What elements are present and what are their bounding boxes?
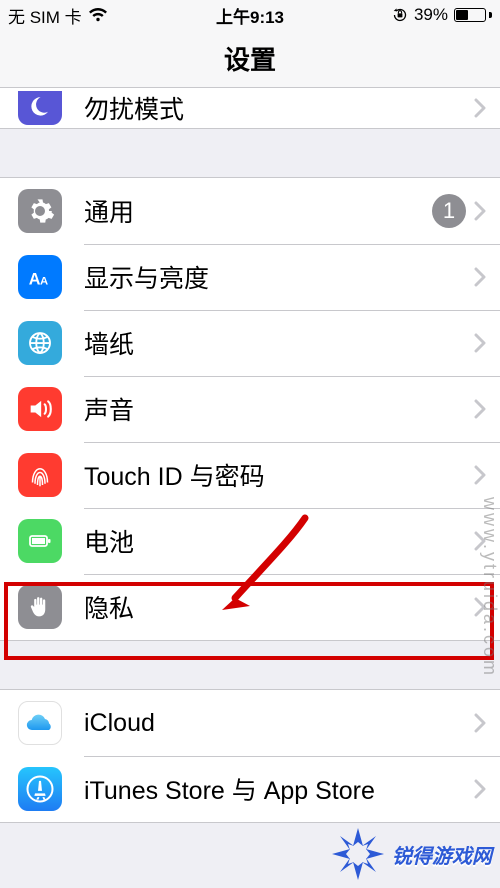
chevron-right-icon xyxy=(474,201,486,221)
status-time: 上午9:13 xyxy=(216,3,284,28)
status-right: 39% xyxy=(392,5,492,25)
speaker-icon xyxy=(18,387,62,431)
row-general[interactable]: 通用 1 xyxy=(0,178,500,244)
row-label: 电池 xyxy=(84,523,474,559)
brand-burst-icon xyxy=(330,826,386,882)
chevron-right-icon xyxy=(474,333,486,353)
row-touch-id-passcode[interactable]: Touch ID 与密码 xyxy=(0,442,500,508)
chevron-right-icon xyxy=(474,267,486,287)
page-title: 设置 xyxy=(0,30,500,88)
row-display-brightness[interactable]: AA 显示与亮度 xyxy=(0,244,500,310)
wifi-icon xyxy=(88,8,108,22)
svg-text:A: A xyxy=(29,271,41,289)
carrier-text: 无 SIM 卡 xyxy=(8,3,82,28)
moon-icon xyxy=(18,91,62,125)
gear-icon xyxy=(18,189,62,233)
battery-percentage: 39% xyxy=(414,5,448,25)
row-label: 通用 xyxy=(84,193,432,229)
row-do-not-disturb[interactable]: 勿扰模式 xyxy=(0,88,500,128)
appstore-icon xyxy=(18,767,62,811)
settings-group-cloud: iCloud iTunes Store 与 App Store xyxy=(0,689,500,823)
row-label: 显示与亮度 xyxy=(84,259,474,295)
battery-icon xyxy=(454,8,492,22)
chevron-right-icon xyxy=(474,399,486,419)
row-wallpaper[interactable]: 墙纸 xyxy=(0,310,500,376)
chevron-right-icon xyxy=(474,779,486,799)
battery-row-icon xyxy=(18,519,62,563)
chevron-right-icon xyxy=(474,98,486,118)
row-label: 隐私 xyxy=(84,589,474,625)
row-itunes-appstore[interactable]: iTunes Store 与 App Store xyxy=(0,756,500,822)
status-bar: 无 SIM 卡 上午9:13 39% xyxy=(0,0,500,30)
svg-text:A: A xyxy=(40,276,48,288)
chevron-right-icon xyxy=(474,465,486,485)
row-privacy[interactable]: 隐私 xyxy=(0,574,500,640)
settings-group-main: 通用 1 AA 显示与亮度 墙纸 声音 Touch ID 与密码 xyxy=(0,177,500,641)
settings-group-dnd: 勿扰模式 xyxy=(0,88,500,129)
chevron-right-icon xyxy=(474,713,486,733)
row-label: 声音 xyxy=(84,391,474,427)
text-size-icon: AA xyxy=(18,255,62,299)
row-battery[interactable]: 电池 xyxy=(0,508,500,574)
row-sounds[interactable]: 声音 xyxy=(0,376,500,442)
hand-icon xyxy=(18,585,62,629)
row-icloud[interactable]: iCloud xyxy=(0,690,500,756)
brand-name: 锐得游戏网 xyxy=(392,840,492,869)
row-label: Touch ID 与密码 xyxy=(84,457,474,493)
chevron-right-icon xyxy=(474,531,486,551)
brand-overlay: 锐得游戏网 xyxy=(330,826,492,882)
status-left: 无 SIM 卡 xyxy=(8,3,108,28)
row-label: iCloud xyxy=(84,709,474,738)
row-label: 墙纸 xyxy=(84,325,474,361)
notification-badge: 1 xyxy=(432,194,466,228)
row-label: 勿扰模式 xyxy=(84,90,474,126)
fingerprint-icon xyxy=(18,453,62,497)
cloud-icon xyxy=(18,701,62,745)
wallpaper-icon xyxy=(18,321,62,365)
chevron-right-icon xyxy=(474,597,486,617)
orientation-lock-icon xyxy=(392,7,408,23)
row-label: iTunes Store 与 App Store xyxy=(84,771,474,807)
